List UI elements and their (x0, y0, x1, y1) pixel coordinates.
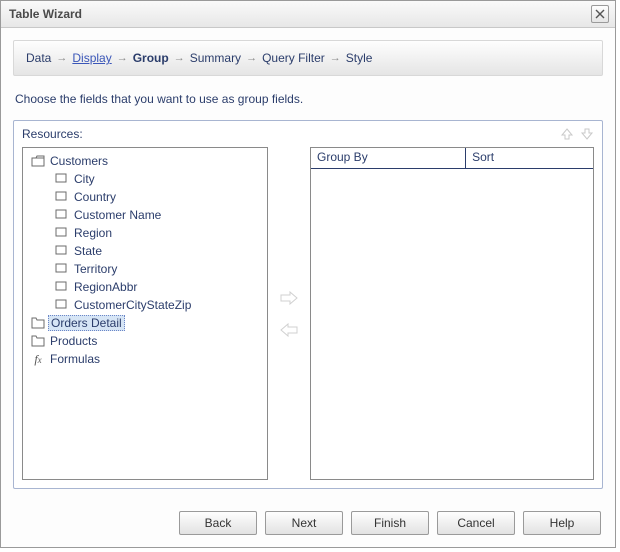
breadcrumb-step-group: Group (133, 51, 169, 65)
arrow-right-icon (280, 291, 298, 305)
breadcrumb-arrow-icon: → (174, 52, 185, 64)
resources-header: Resources: (22, 127, 594, 143)
tree-field-customer-name[interactable]: Customer Name (25, 206, 265, 224)
tree-field-label: Country (73, 190, 117, 204)
tree-field-label: Territory (73, 262, 118, 276)
tree-field-region-abbr[interactable]: RegionAbbr (25, 278, 265, 296)
tree-node-label: Products (49, 334, 98, 348)
arrow-up-icon (560, 127, 574, 141)
breadcrumb-arrow-icon: → (246, 52, 257, 64)
field-icon (55, 209, 69, 221)
breadcrumb: Data → Display → Group → Summary → Query… (26, 51, 590, 65)
breadcrumb-arrow-icon: → (117, 52, 128, 64)
group-by-grid[interactable]: Group By Sort (310, 147, 594, 480)
field-icon (55, 263, 69, 275)
breadcrumb-step-queryfilter[interactable]: Query Filter (262, 51, 325, 65)
tree-node-formulas[interactable]: fx Formulas (25, 350, 265, 368)
field-icon (55, 281, 69, 293)
field-icon (55, 191, 69, 203)
breadcrumb-step-display[interactable]: Display (72, 51, 111, 65)
tree-field-city[interactable]: City (25, 170, 265, 188)
field-icon (55, 227, 69, 239)
tree-field-country[interactable]: Country (25, 188, 265, 206)
field-icon (55, 173, 69, 185)
finish-button[interactable]: Finish (351, 511, 429, 535)
tree-node-label: Formulas (49, 352, 101, 366)
next-button[interactable]: Next (265, 511, 343, 535)
folder-icon (31, 155, 45, 167)
tree-field-state[interactable]: State (25, 242, 265, 260)
titlebar: Table Wizard (1, 1, 615, 28)
content-frame: Resources: (13, 120, 603, 489)
folder-icon (31, 335, 45, 347)
tree-field-label: RegionAbbr (73, 280, 138, 294)
window-title: Table Wizard (9, 7, 82, 21)
resources-tree[interactable]: Customers City Country Customer Name (22, 147, 268, 480)
close-button[interactable] (591, 5, 609, 23)
breadcrumb-arrow-icon: → (56, 52, 67, 64)
arrow-down-icon (580, 127, 594, 141)
tree-node-orders-detail[interactable]: Orders Detail (25, 314, 265, 332)
field-icon (55, 299, 69, 311)
add-button[interactable] (280, 291, 298, 305)
panels: Customers City Country Customer Name (22, 147, 594, 480)
tree-field-label: Customer Name (73, 208, 162, 222)
back-button[interactable]: Back (179, 511, 257, 535)
tree-field-label: CustomerCityStateZip (73, 298, 192, 312)
move-down-button[interactable] (580, 127, 594, 141)
cancel-button[interactable]: Cancel (437, 511, 515, 535)
folder-icon (31, 317, 45, 329)
breadcrumb-step-data[interactable]: Data (26, 51, 51, 65)
breadcrumb-arrow-icon: → (330, 52, 341, 64)
reorder-buttons (560, 127, 594, 141)
help-button[interactable]: Help (523, 511, 601, 535)
table-wizard-window: Table Wizard Data → Display → Group → Su… (0, 0, 616, 548)
breadcrumb-step-summary[interactable]: Summary (190, 51, 241, 65)
column-header-group-by[interactable]: Group By (311, 148, 466, 168)
button-bar: Back Next Finish Cancel Help (1, 501, 615, 547)
tree-node-label: Customers (49, 154, 109, 168)
column-header-sort[interactable]: Sort (466, 148, 593, 168)
grid-header: Group By Sort (311, 148, 593, 169)
move-buttons-column (276, 147, 302, 480)
move-up-button[interactable] (560, 127, 574, 141)
field-icon (55, 245, 69, 257)
tree-field-label: City (73, 172, 96, 186)
tree-field-territory[interactable]: Territory (25, 260, 265, 278)
formula-icon: fx (31, 352, 45, 367)
tree-field-customer-city-state-zip[interactable]: CustomerCityStateZip (25, 296, 265, 314)
tree-node-products[interactable]: Products (25, 332, 265, 350)
breadcrumb-box: Data → Display → Group → Summary → Query… (13, 40, 603, 76)
breadcrumb-step-style[interactable]: Style (346, 51, 373, 65)
tree-field-region[interactable]: Region (25, 224, 265, 242)
tree-node-customers[interactable]: Customers (25, 152, 265, 170)
tree-field-label: State (73, 244, 103, 258)
close-icon (595, 9, 605, 19)
tree-field-label: Region (73, 226, 113, 240)
resources-label: Resources: (22, 127, 83, 141)
arrow-left-icon (280, 323, 298, 337)
tree-node-label: Orders Detail (48, 315, 125, 331)
grid-body[interactable] (311, 169, 593, 479)
remove-button[interactable] (280, 323, 298, 337)
instruction-text: Choose the fields that you want to use a… (15, 92, 601, 106)
wizard-body: Data → Display → Group → Summary → Query… (1, 28, 615, 501)
